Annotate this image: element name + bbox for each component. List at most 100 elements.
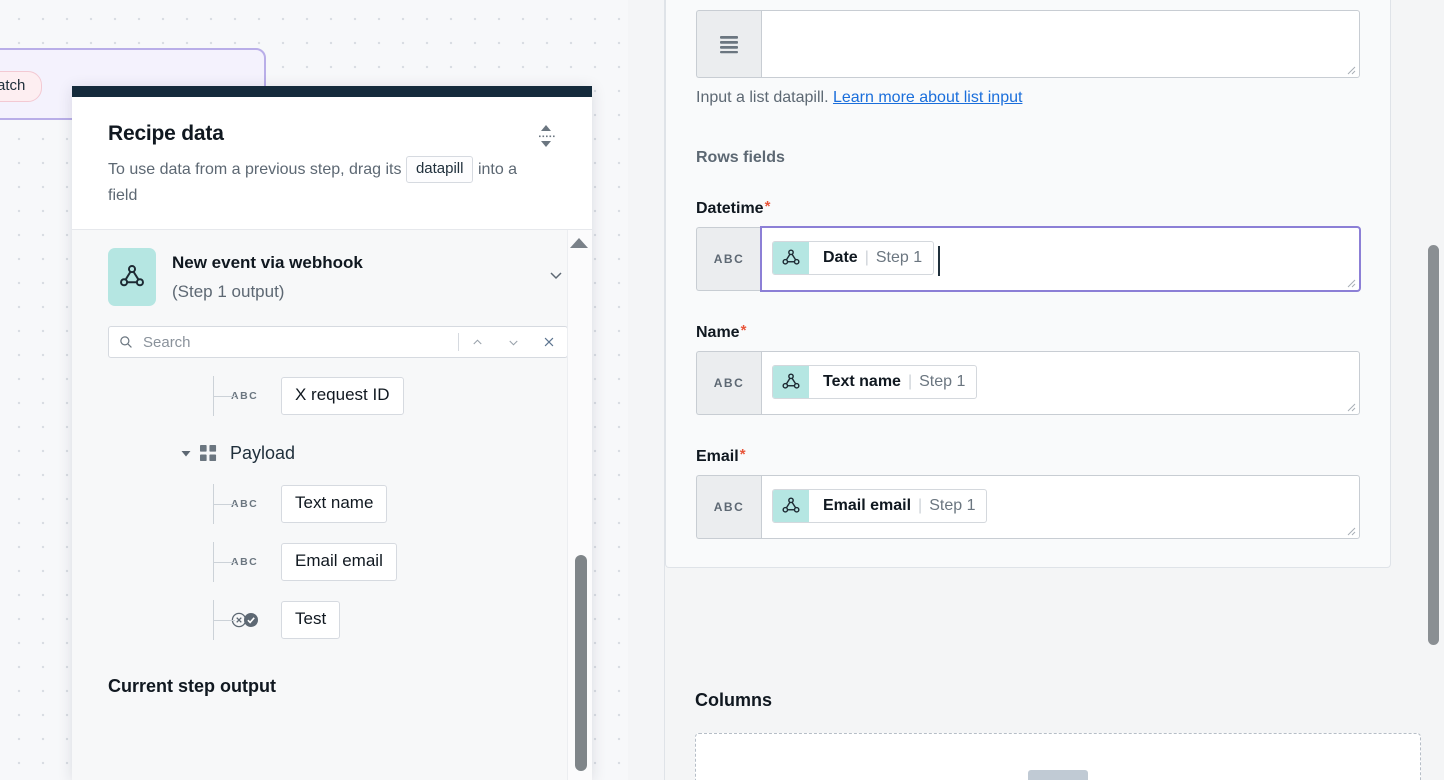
field-label-datetime: Datetime* (696, 198, 1360, 218)
abc-type-icon: ABC (696, 351, 761, 415)
field-label-email-text: Email (696, 448, 739, 465)
step-title: New event via webhook (172, 252, 363, 272)
search-input[interactable] (143, 333, 458, 351)
app-root: Batch Recipe data To use data from a pre… (0, 0, 1444, 780)
list-input-hint: Input a list datapill. Learn more about … (696, 87, 1360, 109)
webhook-icon (773, 242, 809, 274)
datapill-token-step: Step 1 (929, 497, 976, 514)
textarea-resize-grip[interactable] (1345, 525, 1356, 536)
webhook-icon (108, 248, 156, 306)
datapill-token-text-name[interactable]: Text name | Step 1 (772, 365, 978, 399)
list-item[interactable]: Test (72, 600, 592, 640)
abc-type-icon: ABC (231, 556, 259, 568)
datapill-text-name[interactable]: Text name (281, 485, 388, 523)
batch-label-pill[interactable]: Batch (0, 71, 43, 102)
datetime-input[interactable]: Date | Step 1 (761, 227, 1360, 291)
textarea-resize-grip[interactable] (1345, 64, 1356, 75)
hint-text: Input a list datapill. (696, 89, 829, 106)
field-row-datetime[interactable]: ABC Date | Step 1 (696, 227, 1360, 291)
recipe-data-panel: Recipe data To use data from a previous … (72, 86, 592, 780)
rows-fields-label: Rows fields (696, 149, 785, 166)
abc-type-icon: ABC (696, 227, 761, 291)
list-input-textarea[interactable] (761, 10, 1360, 78)
datapill-token-name: Email email (823, 497, 912, 514)
step-config-panel: Input a list datapill. Learn more about … (665, 0, 1444, 780)
datapill-token-divider: | (907, 373, 913, 390)
boolean-type-icon (231, 612, 281, 628)
datapill-chip: datapill (405, 156, 474, 183)
scroll-up-arrow-icon[interactable] (570, 238, 588, 248)
step-text-block: New event via webhook (Step 1 output) (172, 251, 530, 304)
recipe-data-subtitle: To use data from a previous step, drag i… (108, 156, 538, 209)
list-item[interactable]: ABC Text name (72, 484, 592, 524)
datapill-token-body: Date | Step 1 (809, 242, 933, 274)
textarea-resize-grip[interactable] (1345, 401, 1356, 412)
search-prev-chevron-up-icon[interactable] (459, 327, 495, 357)
search-icon (109, 335, 143, 349)
list-input-row[interactable] (696, 10, 1360, 78)
abc-type-icon: ABC (231, 498, 259, 510)
required-asterisk: * (764, 198, 771, 215)
required-asterisk: * (739, 446, 746, 463)
columns-placeholder-button[interactable] (1028, 770, 1088, 780)
columns-heading: Columns (695, 690, 773, 710)
datapill-test[interactable]: Test (281, 601, 341, 639)
object-grid-icon (200, 444, 222, 462)
datapill-group-label: Payload (230, 443, 296, 463)
datapill-token-email-email[interactable]: Email email | Step 1 (772, 489, 988, 523)
learn-more-link[interactable]: Learn more about list input (833, 89, 1022, 106)
recipe-data-body: New event via webhook (Step 1 output) Se… (72, 230, 592, 780)
field-row-name[interactable]: ABC Text name | Step 1 (696, 351, 1360, 415)
datapill-token-date[interactable]: Date | Step 1 (772, 241, 935, 275)
panel-top-accent-bar (72, 86, 592, 97)
datapill-token-divider: | (864, 249, 869, 266)
field-label-datetime-text: Datetime (696, 200, 764, 217)
columns-dropzone[interactable] (695, 733, 1421, 780)
datapill-search-bar[interactable] (108, 326, 568, 358)
webhook-icon (773, 490, 809, 522)
vertical-resize-handle-icon[interactable] (536, 123, 556, 149)
recipe-panel-scrollbar[interactable] (567, 230, 592, 780)
abc-type-icon: ABC (696, 475, 761, 539)
datapill-token-name: Date (823, 249, 858, 266)
caret-down-icon[interactable] (180, 447, 196, 459)
datapill-email-email[interactable]: Email email (281, 543, 397, 581)
field-label-name-text: Name (696, 324, 740, 341)
scrollbar-thumb[interactable] (575, 555, 587, 771)
list-item[interactable]: Payload (72, 434, 592, 472)
datapill-token-body: Text name | Step 1 (809, 366, 976, 398)
canvas-right-gutter (628, 0, 665, 780)
search-next-chevron-down-icon[interactable] (495, 327, 531, 357)
text-cursor (938, 245, 940, 276)
datapill-token-body: Email email | Step 1 (809, 490, 986, 522)
page-scrollbar-thumb[interactable] (1428, 245, 1439, 645)
email-input[interactable]: Email email | Step 1 (761, 475, 1360, 539)
datapill-tree: ABC X request ID Payload ABC Text name A… (72, 358, 592, 640)
abc-type-icon: ABC (231, 390, 259, 402)
field-label-email: Email* (696, 446, 1360, 466)
batch-label-text: Batch (0, 77, 26, 94)
step-header-row[interactable]: New event via webhook (Step 1 output) (72, 230, 592, 320)
list-item[interactable]: ABC Email email (72, 542, 592, 582)
datapill-token-divider: | (918, 497, 923, 514)
subtitle-before-text: To use data from a previous step, drag i… (108, 161, 402, 178)
current-step-output-heading: Current step output (108, 676, 276, 696)
page-title: Recipe data (108, 122, 224, 145)
webhook-icon (773, 366, 809, 398)
search-close-icon[interactable] (531, 327, 567, 357)
chevron-down-icon[interactable] (546, 265, 568, 290)
list-type-icon (696, 10, 761, 78)
list-item[interactable]: ABC X request ID (72, 376, 592, 416)
datapill-token-step: Step 1 (875, 249, 923, 266)
field-row-email[interactable]: ABC Email email | Step 1 (696, 475, 1360, 539)
required-asterisk: * (740, 322, 747, 339)
field-label-name: Name* (696, 322, 1360, 342)
step-subtitle: (Step 1 output) (172, 281, 285, 301)
textarea-resize-grip[interactable] (1345, 277, 1356, 288)
datapill-token-step: Step 1 (919, 373, 966, 390)
rows-fields-card: Input a list datapill. Learn more about … (665, 0, 1391, 568)
datapill-x-request-id[interactable]: X request ID (281, 377, 404, 415)
recipe-data-header: Recipe data To use data from a previous … (72, 97, 592, 230)
name-input[interactable]: Text name | Step 1 (761, 351, 1360, 415)
datapill-token-name: Text name (823, 373, 901, 390)
